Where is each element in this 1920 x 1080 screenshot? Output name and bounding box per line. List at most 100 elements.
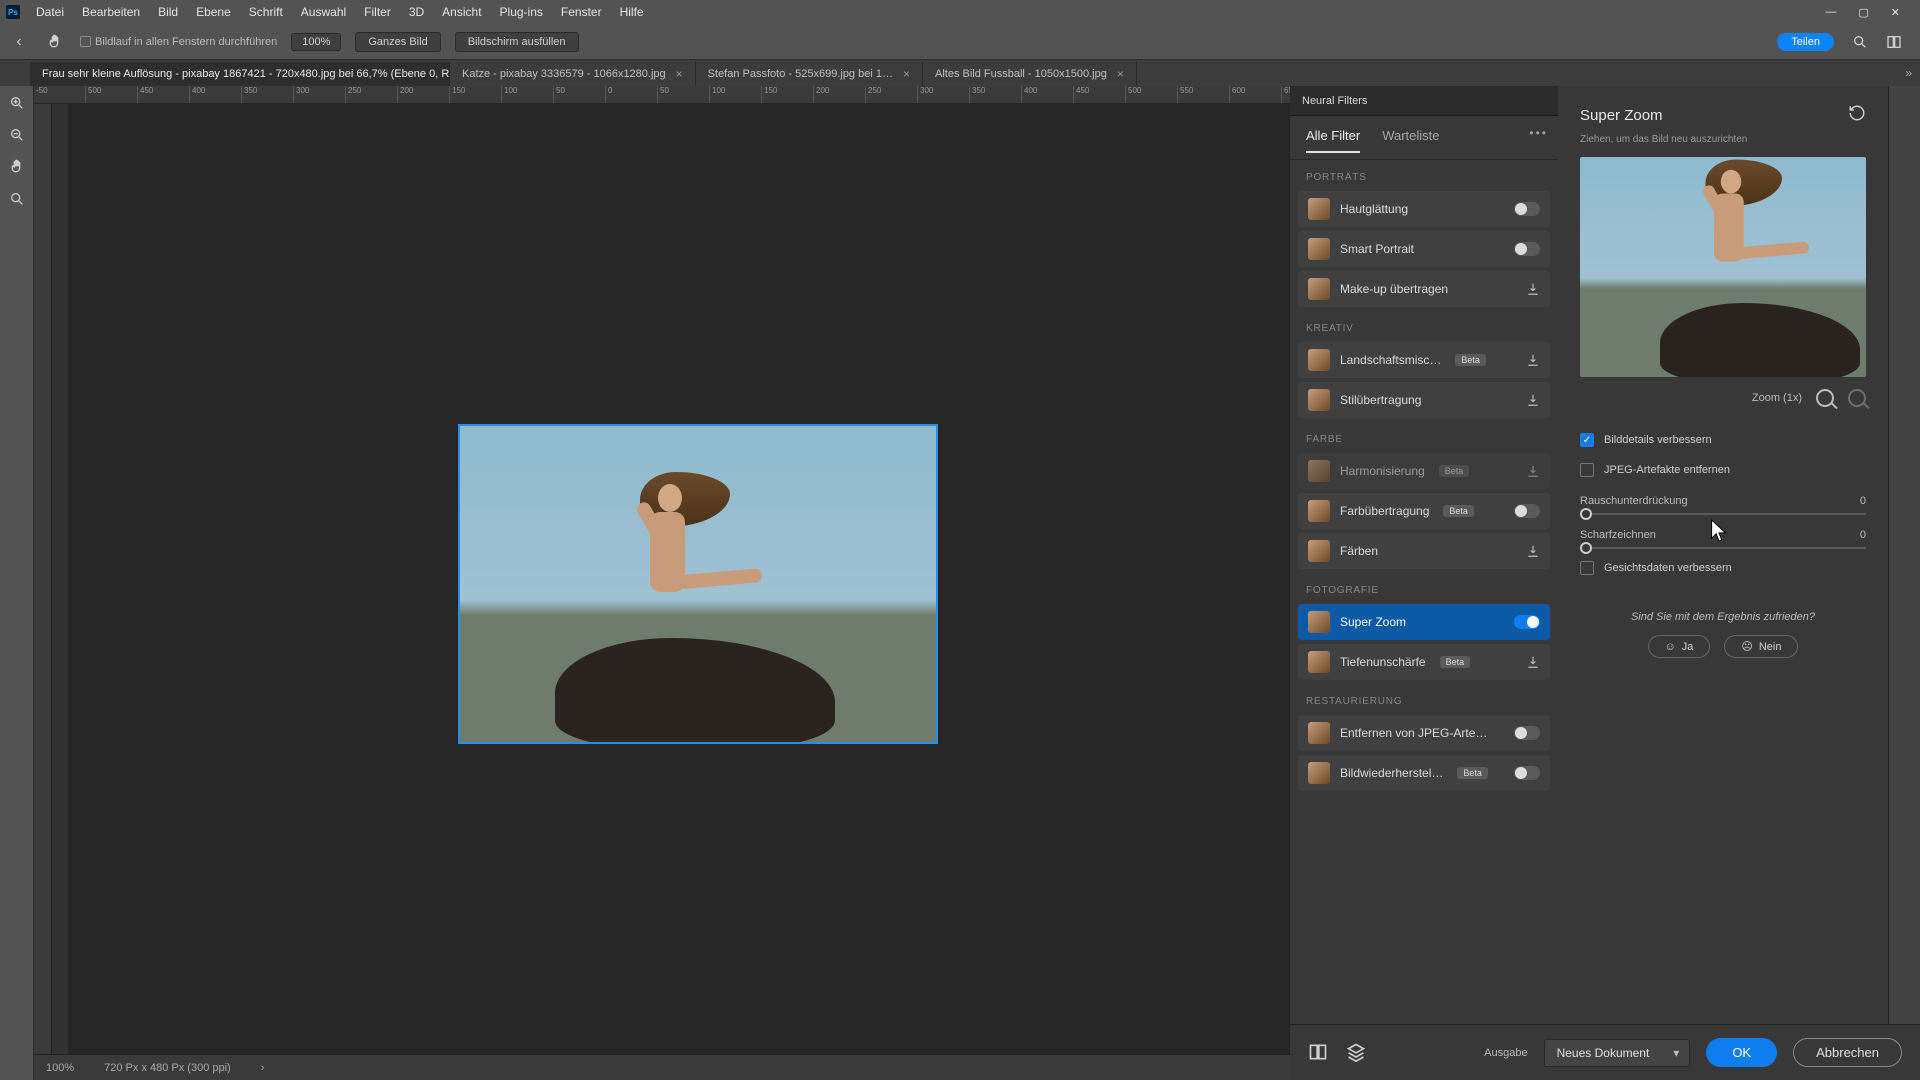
hand-tool-icon[interactable] bbox=[44, 31, 66, 53]
tab-all-filters[interactable]: Alle Filter bbox=[1306, 128, 1360, 153]
menu-3d[interactable]: 3D bbox=[401, 3, 432, 21]
output-select[interactable]: Neues Dokument bbox=[1544, 1039, 1691, 1067]
checkbox-remove-jpeg[interactable] bbox=[1580, 463, 1594, 477]
tab-waitlist[interactable]: Warteliste bbox=[1382, 128, 1439, 153]
checkbox-enhance-face[interactable] bbox=[1580, 561, 1594, 575]
document-tab[interactable]: Stefan Passfoto - 525x699.jpg bei 1…× bbox=[696, 62, 923, 86]
document-tab[interactable]: Frau sehr kleine Auflösung - pixabay 186… bbox=[30, 62, 450, 86]
filter-toggle[interactable] bbox=[1514, 615, 1540, 629]
panel-tab-neural-filters[interactable]: Neural Filters bbox=[1290, 86, 1558, 116]
filter-item[interactable]: Landschaftsmisc…Beta bbox=[1298, 342, 1550, 378]
ok-button[interactable]: OK bbox=[1706, 1038, 1777, 1067]
search-icon[interactable] bbox=[1852, 34, 1868, 50]
zoom-level-field[interactable]: 100% bbox=[291, 33, 341, 51]
close-icon[interactable]: × bbox=[903, 67, 910, 81]
feedback-yes-button[interactable]: ☺Ja bbox=[1648, 635, 1711, 658]
filter-item[interactable]: Super Zoom bbox=[1298, 604, 1550, 640]
filter-item[interactable]: Make-up übertragen bbox=[1298, 271, 1550, 307]
zoom-out-icon[interactable] bbox=[6, 124, 28, 146]
filter-toggle[interactable] bbox=[1514, 504, 1540, 518]
filter-name: Farbübertragung bbox=[1340, 504, 1429, 518]
filter-toggle[interactable] bbox=[1514, 726, 1540, 740]
zoom-in-icon[interactable] bbox=[1816, 389, 1834, 407]
cancel-button[interactable]: Abbrechen bbox=[1793, 1038, 1902, 1067]
tabs-overflow-icon[interactable]: » bbox=[1905, 66, 1912, 80]
download-icon[interactable] bbox=[1526, 464, 1540, 478]
menu-datei[interactable]: Datei bbox=[28, 3, 72, 21]
preview-thumbnail[interactable] bbox=[1580, 157, 1866, 377]
filter-item[interactable]: TiefenunschärfeBeta bbox=[1298, 644, 1550, 680]
collapsed-panels-strip[interactable] bbox=[1888, 86, 1920, 1080]
status-zoom[interactable]: 100% bbox=[46, 1062, 74, 1074]
close-icon[interactable]: × bbox=[676, 67, 683, 81]
checkbox-label: Bilddetails verbessern bbox=[1604, 434, 1712, 446]
window-close-icon[interactable]: ✕ bbox=[1891, 6, 1900, 19]
filter-name: Färben bbox=[1340, 544, 1378, 558]
zoom-tool-icon[interactable] bbox=[6, 188, 28, 210]
canvas[interactable] bbox=[68, 104, 1290, 1054]
beta-badge: Beta bbox=[1457, 767, 1488, 779]
status-chevron-icon[interactable]: › bbox=[261, 1062, 265, 1074]
menu-schrift[interactable]: Schrift bbox=[241, 3, 291, 21]
reset-icon[interactable] bbox=[1848, 104, 1866, 126]
filter-item[interactable]: Stilübertragung bbox=[1298, 382, 1550, 418]
back-icon[interactable]: ‹ bbox=[8, 31, 30, 53]
menu-ebene[interactable]: Ebene bbox=[188, 3, 239, 21]
menu-fenster[interactable]: Fenster bbox=[553, 3, 610, 21]
filter-toggle[interactable] bbox=[1514, 242, 1540, 256]
menu-hilfe[interactable]: Hilfe bbox=[612, 3, 652, 21]
window-minimize-icon[interactable]: — bbox=[1825, 6, 1836, 19]
menu-auswahl[interactable]: Auswahl bbox=[293, 3, 354, 21]
menu-bild[interactable]: Bild bbox=[150, 3, 186, 21]
filter-item[interactable]: Smart Portrait bbox=[1298, 231, 1550, 267]
filter-name: Super Zoom bbox=[1340, 615, 1406, 629]
feedback-no-button[interactable]: ☹Nein bbox=[1724, 635, 1798, 658]
filter-item[interactable]: Entfernen von JPEG-Arte… bbox=[1298, 715, 1550, 751]
document-tab[interactable]: Altes Bild Fussball - 1050x1500.jpg× bbox=[923, 62, 1137, 86]
download-icon[interactable] bbox=[1526, 282, 1540, 296]
compare-icon[interactable] bbox=[1308, 1042, 1330, 1064]
zoom-label: Zoom (1x) bbox=[1752, 392, 1802, 404]
filter-group-title: RESTAURIERUNG bbox=[1290, 684, 1558, 711]
download-icon[interactable] bbox=[1526, 353, 1540, 367]
filter-item[interactable]: Färben bbox=[1298, 533, 1550, 569]
download-icon[interactable] bbox=[1526, 655, 1540, 669]
settings-title: Super Zoom bbox=[1580, 107, 1663, 124]
slider-noise[interactable] bbox=[1580, 513, 1866, 515]
document-tab[interactable]: Katze - pixabay 3336579 - 1066x1280.jpg× bbox=[450, 62, 696, 86]
filter-thumb bbox=[1308, 651, 1330, 673]
filter-item[interactable]: Bildwiederherstel…Beta bbox=[1298, 755, 1550, 791]
scroll-all-windows-checkbox[interactable]: Bildlauf in allen Fenstern durchführen bbox=[80, 36, 277, 48]
filter-toggle[interactable] bbox=[1514, 202, 1540, 216]
more-icon[interactable]: ••• bbox=[1529, 126, 1548, 140]
download-icon[interactable] bbox=[1526, 393, 1540, 407]
neural-filters-footer: Ausgabe Neues Dokument OK Abbrechen bbox=[1290, 1024, 1920, 1080]
menu-plugins[interactable]: Plug-ins bbox=[492, 3, 551, 21]
workspace-icon[interactable] bbox=[1886, 34, 1902, 50]
active-image[interactable] bbox=[458, 424, 938, 744]
beta-badge: Beta bbox=[1440, 656, 1471, 668]
menu-ansicht[interactable]: Ansicht bbox=[434, 3, 489, 21]
zoom-in-icon[interactable] bbox=[6, 92, 28, 114]
download-icon[interactable] bbox=[1526, 544, 1540, 558]
close-icon[interactable]: × bbox=[1117, 67, 1124, 81]
filter-item[interactable]: Hautglättung bbox=[1298, 191, 1550, 227]
fill-screen-button[interactable]: Bildschirm ausfüllen bbox=[455, 32, 579, 52]
filter-toggle[interactable] bbox=[1514, 766, 1540, 780]
filter-name: Harmonisierung bbox=[1340, 464, 1425, 478]
window-maximize-icon[interactable]: ▢ bbox=[1858, 6, 1868, 19]
share-button[interactable]: Teilen bbox=[1777, 33, 1834, 51]
zoom-out-icon[interactable] bbox=[1848, 389, 1866, 407]
hand-tool-icon[interactable] bbox=[6, 156, 28, 178]
menu-filter[interactable]: Filter bbox=[356, 3, 399, 21]
slider-sharpen[interactable] bbox=[1580, 547, 1866, 549]
filter-item[interactable]: Harmonisierung Beta bbox=[1298, 453, 1550, 489]
menu-bearbeiten[interactable]: Bearbeiten bbox=[74, 3, 148, 21]
filter-item[interactable]: FarbübertragungBeta bbox=[1298, 493, 1550, 529]
feedback-prompt: Sind Sie mit dem Ergebnis zufrieden? bbox=[1558, 611, 1888, 623]
fit-whole-image-button[interactable]: Ganzes Bild bbox=[355, 32, 440, 52]
beta-badge: Beta bbox=[1439, 465, 1470, 477]
filter-thumb bbox=[1308, 278, 1330, 300]
checkbox-enhance-details[interactable]: ✓ bbox=[1580, 433, 1594, 447]
layers-icon[interactable] bbox=[1346, 1042, 1368, 1064]
